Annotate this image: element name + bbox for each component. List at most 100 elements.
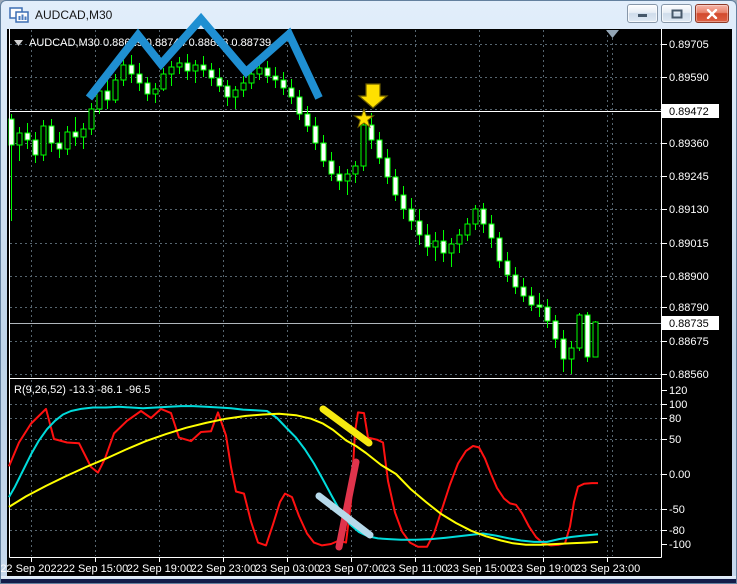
time-label: 23 Sep 15:00 xyxy=(447,563,512,575)
bull-candle xyxy=(352,165,359,175)
bear-candle xyxy=(520,286,527,297)
indicator-scale-label: 0.00 xyxy=(669,469,690,481)
bear-candle xyxy=(272,75,279,81)
bear-candle xyxy=(32,139,39,156)
time-label: 22 Sep 15:00 xyxy=(63,563,128,575)
bear-candle xyxy=(296,96,303,115)
bull-candle xyxy=(448,243,455,254)
indicator-scale-label: 80 xyxy=(669,413,681,425)
time-label: 23 Sep 23:00 xyxy=(575,563,640,575)
bull-candle xyxy=(152,88,159,95)
bear-candle xyxy=(496,237,503,262)
indicator-name-label: R(9,26,52) -13.3 -86.1 -96.5 xyxy=(14,384,150,396)
price-label-highlighted: 0.88735 xyxy=(669,318,709,330)
bull-candle xyxy=(64,131,71,150)
time-label: 23 Sep 19:00 xyxy=(511,563,576,575)
bear-candle xyxy=(560,338,567,360)
time-label: 23 Sep 07:00 xyxy=(319,563,384,575)
bear-candle xyxy=(24,132,31,141)
bull-candle xyxy=(240,82,247,91)
bear-candle xyxy=(552,320,559,340)
bull-candle xyxy=(16,132,23,146)
bear-candle xyxy=(312,125,319,144)
price-label: 0.89245 xyxy=(669,171,709,183)
price-label: 0.89705 xyxy=(669,39,709,51)
bear-candle xyxy=(384,157,391,178)
bear-candle xyxy=(480,208,487,225)
bull-candle xyxy=(464,223,471,236)
symbol-collapse-icon[interactable] xyxy=(14,40,23,46)
bear-candle xyxy=(440,240,447,254)
bear-candle xyxy=(128,64,135,75)
price-label: 0.88560 xyxy=(669,369,709,381)
bear-candle xyxy=(408,208,415,222)
price-chart-canvas[interactable]: 0.89705 0.89590 0.89472 0.89360 0.89245 0.891… xyxy=(1,1,737,584)
indicator-scale-label: 100 xyxy=(669,399,687,411)
bear-candle xyxy=(104,90,111,101)
bull-candle xyxy=(344,173,351,182)
bull-candle xyxy=(568,347,575,360)
bull-candle xyxy=(592,321,599,358)
price-label: 0.88790 xyxy=(669,302,709,314)
bear-candle xyxy=(536,304,543,308)
bear-candle xyxy=(488,223,495,239)
indicator-scale-label: -80 xyxy=(669,525,685,537)
bear-candle xyxy=(136,73,143,84)
bear-candle xyxy=(336,173,343,182)
bear-candle xyxy=(288,87,295,98)
time-label: 23 Sep 03:00 xyxy=(255,563,320,575)
bear-candle xyxy=(56,142,63,150)
bull-candle xyxy=(192,64,199,72)
bear-candle xyxy=(392,176,399,196)
price-label: 0.89130 xyxy=(669,204,709,216)
price-axis: 0.89705 0.89590 0.89472 0.89360 0.89245 0.891… xyxy=(662,39,719,551)
bear-candle xyxy=(512,274,519,288)
bear-candle xyxy=(200,64,207,71)
bull-candle xyxy=(160,73,167,90)
bear-candle xyxy=(504,260,511,276)
bull-candle xyxy=(96,90,103,110)
bear-candle xyxy=(320,142,327,162)
time-label: 22 Sep 23:00 xyxy=(191,563,256,575)
window-bottom-edge xyxy=(1,579,736,583)
bear-candle xyxy=(416,220,423,236)
price-label: 0.89360 xyxy=(669,138,709,150)
bear-candle xyxy=(48,125,55,144)
bull-candle xyxy=(472,208,479,225)
bull-candle xyxy=(432,240,439,248)
price-label: 0.89590 xyxy=(669,72,709,84)
window-bottom-frame xyxy=(1,576,736,583)
candlesticks xyxy=(8,54,599,374)
bull-candle xyxy=(120,64,127,81)
bear-candle xyxy=(528,295,535,306)
time-label: 22 Sep 19:00 xyxy=(127,563,192,575)
bear-candle xyxy=(584,314,591,358)
bull-candle xyxy=(168,66,175,75)
indicator-line-medium xyxy=(8,405,599,543)
bear-candle xyxy=(304,113,311,127)
bear-candle xyxy=(376,139,383,159)
bull-candle xyxy=(232,89,239,98)
time-label: 23 Sep 11:00 xyxy=(383,563,448,575)
ohlc-info-label: AUDCAD,M30 0.88619 0.88744 0.88618 0.887… xyxy=(29,37,271,49)
indicator-scale-label: 50 xyxy=(669,434,681,446)
indicator-line-fast xyxy=(8,407,598,548)
bear-candle xyxy=(328,160,335,175)
bear-candle xyxy=(224,85,231,98)
price-label: 0.89015 xyxy=(669,238,709,250)
indicator-scale-label: -100 xyxy=(669,539,691,551)
price-label: 0.88900 xyxy=(669,271,709,283)
bear-candle xyxy=(264,67,271,77)
bear-candle xyxy=(544,306,551,322)
indicator-scale-label: 120 xyxy=(669,385,687,397)
bear-candle xyxy=(184,62,191,72)
indicator-scale-label: -50 xyxy=(669,504,685,516)
bull-candle xyxy=(248,73,255,84)
bear-candle xyxy=(424,234,431,248)
bull-candle xyxy=(176,62,183,68)
bull-candle xyxy=(40,125,47,156)
price-label-highlighted: 0.89472 xyxy=(669,106,709,118)
bull-candle xyxy=(576,314,583,349)
bull-candle xyxy=(112,79,119,101)
bull-candle xyxy=(80,128,87,138)
